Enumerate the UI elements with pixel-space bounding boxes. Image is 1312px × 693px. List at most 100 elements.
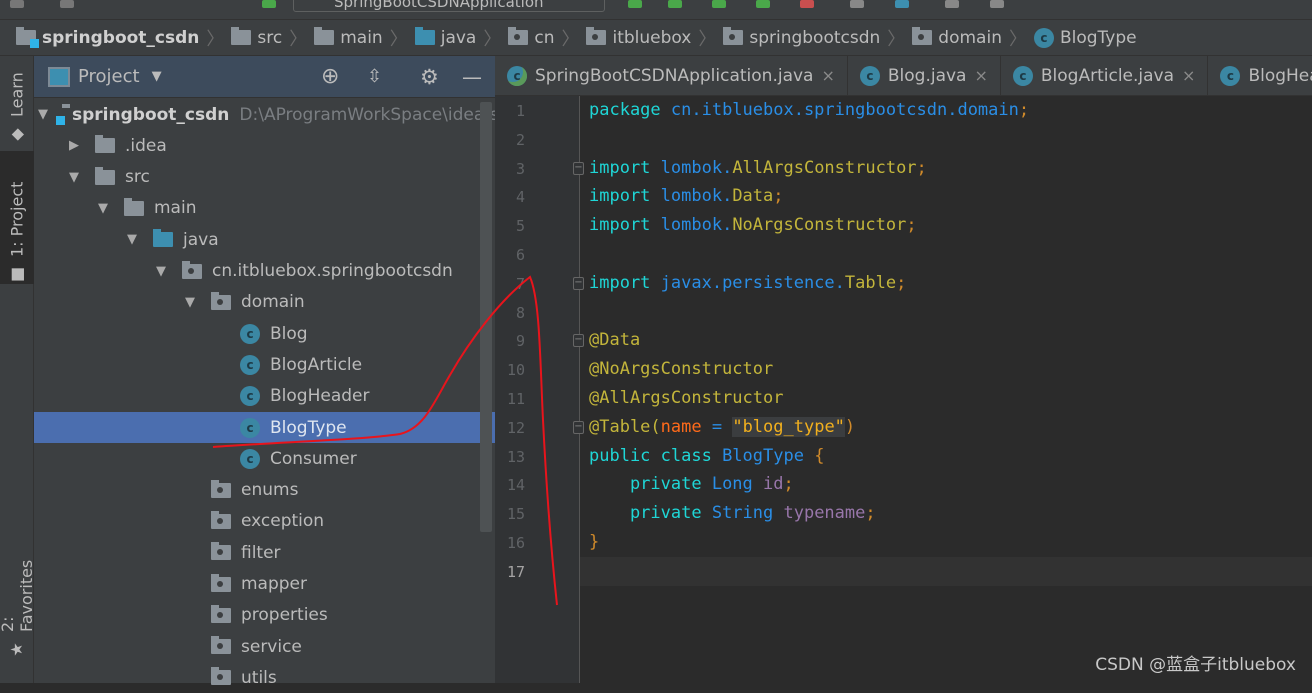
close-icon[interactable]: × xyxy=(974,66,987,85)
editor-tab[interactable]: c BlogArticle.java × xyxy=(1001,56,1209,95)
tree-item[interactable]: c BlogArticle xyxy=(34,349,495,380)
expanded-arrow-icon[interactable]: ▼ xyxy=(38,107,48,122)
line-number: 9 xyxy=(515,332,525,351)
expanded-arrow-icon[interactable]: ▼ xyxy=(183,295,197,310)
tree-item[interactable]: mapper xyxy=(34,569,495,600)
package-icon xyxy=(211,604,231,623)
expanded-arrow-icon[interactable]: ▼ xyxy=(125,232,139,247)
chevron-down-icon[interactable]: ▼ xyxy=(152,69,162,84)
coverage-icon[interactable] xyxy=(712,0,726,8)
tree-item[interactable]: c Consumer xyxy=(34,443,495,474)
tree-item[interactable]: filter xyxy=(34,537,495,568)
breadcrumb-item[interactable]: springboot_csdn xyxy=(16,27,199,48)
breadcrumb-item[interactable]: c BlogType xyxy=(1033,27,1137,48)
project-view-selector[interactable]: Project xyxy=(78,66,140,87)
code-editor[interactable]: package cn.itbluebox.springbootcsdn.doma… xyxy=(580,96,1312,683)
package-icon xyxy=(586,27,607,45)
tree-item-label: mapper xyxy=(241,574,308,594)
breadcrumb-label: main xyxy=(340,27,383,48)
breadcrumb-item[interactable]: springbootcsdn xyxy=(723,27,880,48)
package-icon xyxy=(182,260,202,279)
debug-icon[interactable] xyxy=(668,0,682,8)
breadcrumb-separator: 〉 xyxy=(483,28,502,50)
structure-icon[interactable] xyxy=(895,0,909,8)
tree-item[interactable]: ▼ src xyxy=(34,162,495,193)
learn-tab[interactable]: ◆ Learn xyxy=(0,64,34,144)
tree-item[interactable]: ▼ main xyxy=(34,193,495,224)
stop-icon[interactable] xyxy=(800,0,814,8)
expanded-arrow-icon[interactable]: ▼ xyxy=(154,264,168,279)
close-icon[interactable]: × xyxy=(1182,66,1195,85)
tree-item[interactable]: ▼ springboot_csdn D:\AProgramWorkSpace\ide… xyxy=(34,99,495,130)
tree-item[interactable]: ▼ cn.itbluebox.springbootcsdn xyxy=(34,256,495,287)
tree-item[interactable]: service xyxy=(34,631,495,662)
collapse-all-icon[interactable]: ⇳ xyxy=(367,66,382,87)
breadcrumb-item[interactable]: domain xyxy=(912,27,1002,48)
breadcrumb-item[interactable]: main xyxy=(314,27,383,48)
line-number: 2 xyxy=(515,130,525,149)
toolbar-icon[interactable] xyxy=(10,0,24,8)
tree-item[interactable]: c BlogHeader xyxy=(34,381,495,412)
editor-tab[interactable]: c BlogHeac xyxy=(1208,56,1312,95)
breadcrumb-item[interactable]: cn xyxy=(508,27,554,48)
toolbar-icon[interactable] xyxy=(60,0,74,8)
code-token: @Data xyxy=(589,330,641,351)
favorites-tab[interactable]: ★ 2: Favorites xyxy=(0,534,36,659)
tree-item[interactable]: c BlogType xyxy=(34,412,495,443)
tree-item[interactable]: exception xyxy=(34,506,495,537)
tree-item[interactable]: c Blog xyxy=(34,318,495,349)
breadcrumb-separator: 〉 xyxy=(206,28,225,50)
package-icon xyxy=(211,479,231,498)
tree-item[interactable]: utils xyxy=(34,662,495,693)
code-token: ; xyxy=(865,503,876,524)
project-tab[interactable]: ■ 1: Project xyxy=(0,151,34,284)
locate-icon[interactable]: ⊕ xyxy=(321,64,339,89)
tree-item-label: .idea xyxy=(125,135,167,156)
gear-icon[interactable]: ⚙ xyxy=(420,65,439,89)
project-scrollbar[interactable] xyxy=(480,102,492,532)
breadcrumb-item[interactable]: itbluebox xyxy=(586,27,692,48)
code-line: @Data xyxy=(589,326,640,355)
breadcrumb-separator: 〉 xyxy=(1008,28,1027,50)
breadcrumb-item[interactable]: java xyxy=(414,27,476,48)
expanded-arrow-icon[interactable]: ▼ xyxy=(96,201,110,216)
build-icon[interactable] xyxy=(262,0,276,8)
code-token: javax.persistence. xyxy=(660,272,845,293)
code-token: import xyxy=(589,215,661,236)
class-icon: c xyxy=(1220,65,1241,86)
tree-item-label: src xyxy=(125,167,150,188)
breadcrumb-label: itbluebox xyxy=(612,27,692,48)
run-configuration-select[interactable]: SpringBootCSDNApplication xyxy=(293,0,605,12)
tree-item-label: domain xyxy=(241,292,305,313)
code-token: lombok. xyxy=(660,215,733,236)
folder-icon: ■ xyxy=(7,265,27,284)
code-token: = xyxy=(701,416,733,437)
code-token: ; xyxy=(906,215,917,236)
expanded-arrow-icon[interactable]: ▼ xyxy=(67,170,81,185)
package-icon xyxy=(912,27,933,45)
search-icon[interactable] xyxy=(990,0,1004,8)
breadcrumb-item[interactable]: src xyxy=(231,27,282,48)
code-token: private xyxy=(589,503,712,524)
tree-item-label: BlogType xyxy=(270,417,347,438)
line-number: 5 xyxy=(515,217,525,236)
run-icon[interactable] xyxy=(628,0,642,8)
collapsed-arrow-icon[interactable]: ▶ xyxy=(67,138,81,153)
tree-item[interactable]: ▼ domain xyxy=(34,287,495,318)
package-icon xyxy=(211,667,231,686)
tree-item[interactable]: ▶ .idea xyxy=(34,130,495,161)
profile-icon[interactable] xyxy=(756,0,770,8)
editor-tab[interactable]: c SpringBootCSDNApplication.java × xyxy=(495,56,848,95)
toolbar-icon[interactable] xyxy=(945,0,959,8)
editor-tab[interactable]: c Blog.java × xyxy=(848,56,1001,95)
toolbar-icon[interactable] xyxy=(850,0,864,8)
code-line: import lombok.Data; xyxy=(589,182,784,211)
code-token: ) xyxy=(844,416,856,437)
breadcrumb-separator: 〉 xyxy=(887,28,906,50)
tree-item[interactable]: enums xyxy=(34,475,495,506)
minimize-icon[interactable]: — xyxy=(462,65,482,89)
project-view-icon xyxy=(48,66,70,87)
tree-item[interactable]: ▼ java xyxy=(34,224,495,255)
close-icon[interactable]: × xyxy=(821,66,834,85)
tree-item[interactable]: properties xyxy=(34,600,495,631)
